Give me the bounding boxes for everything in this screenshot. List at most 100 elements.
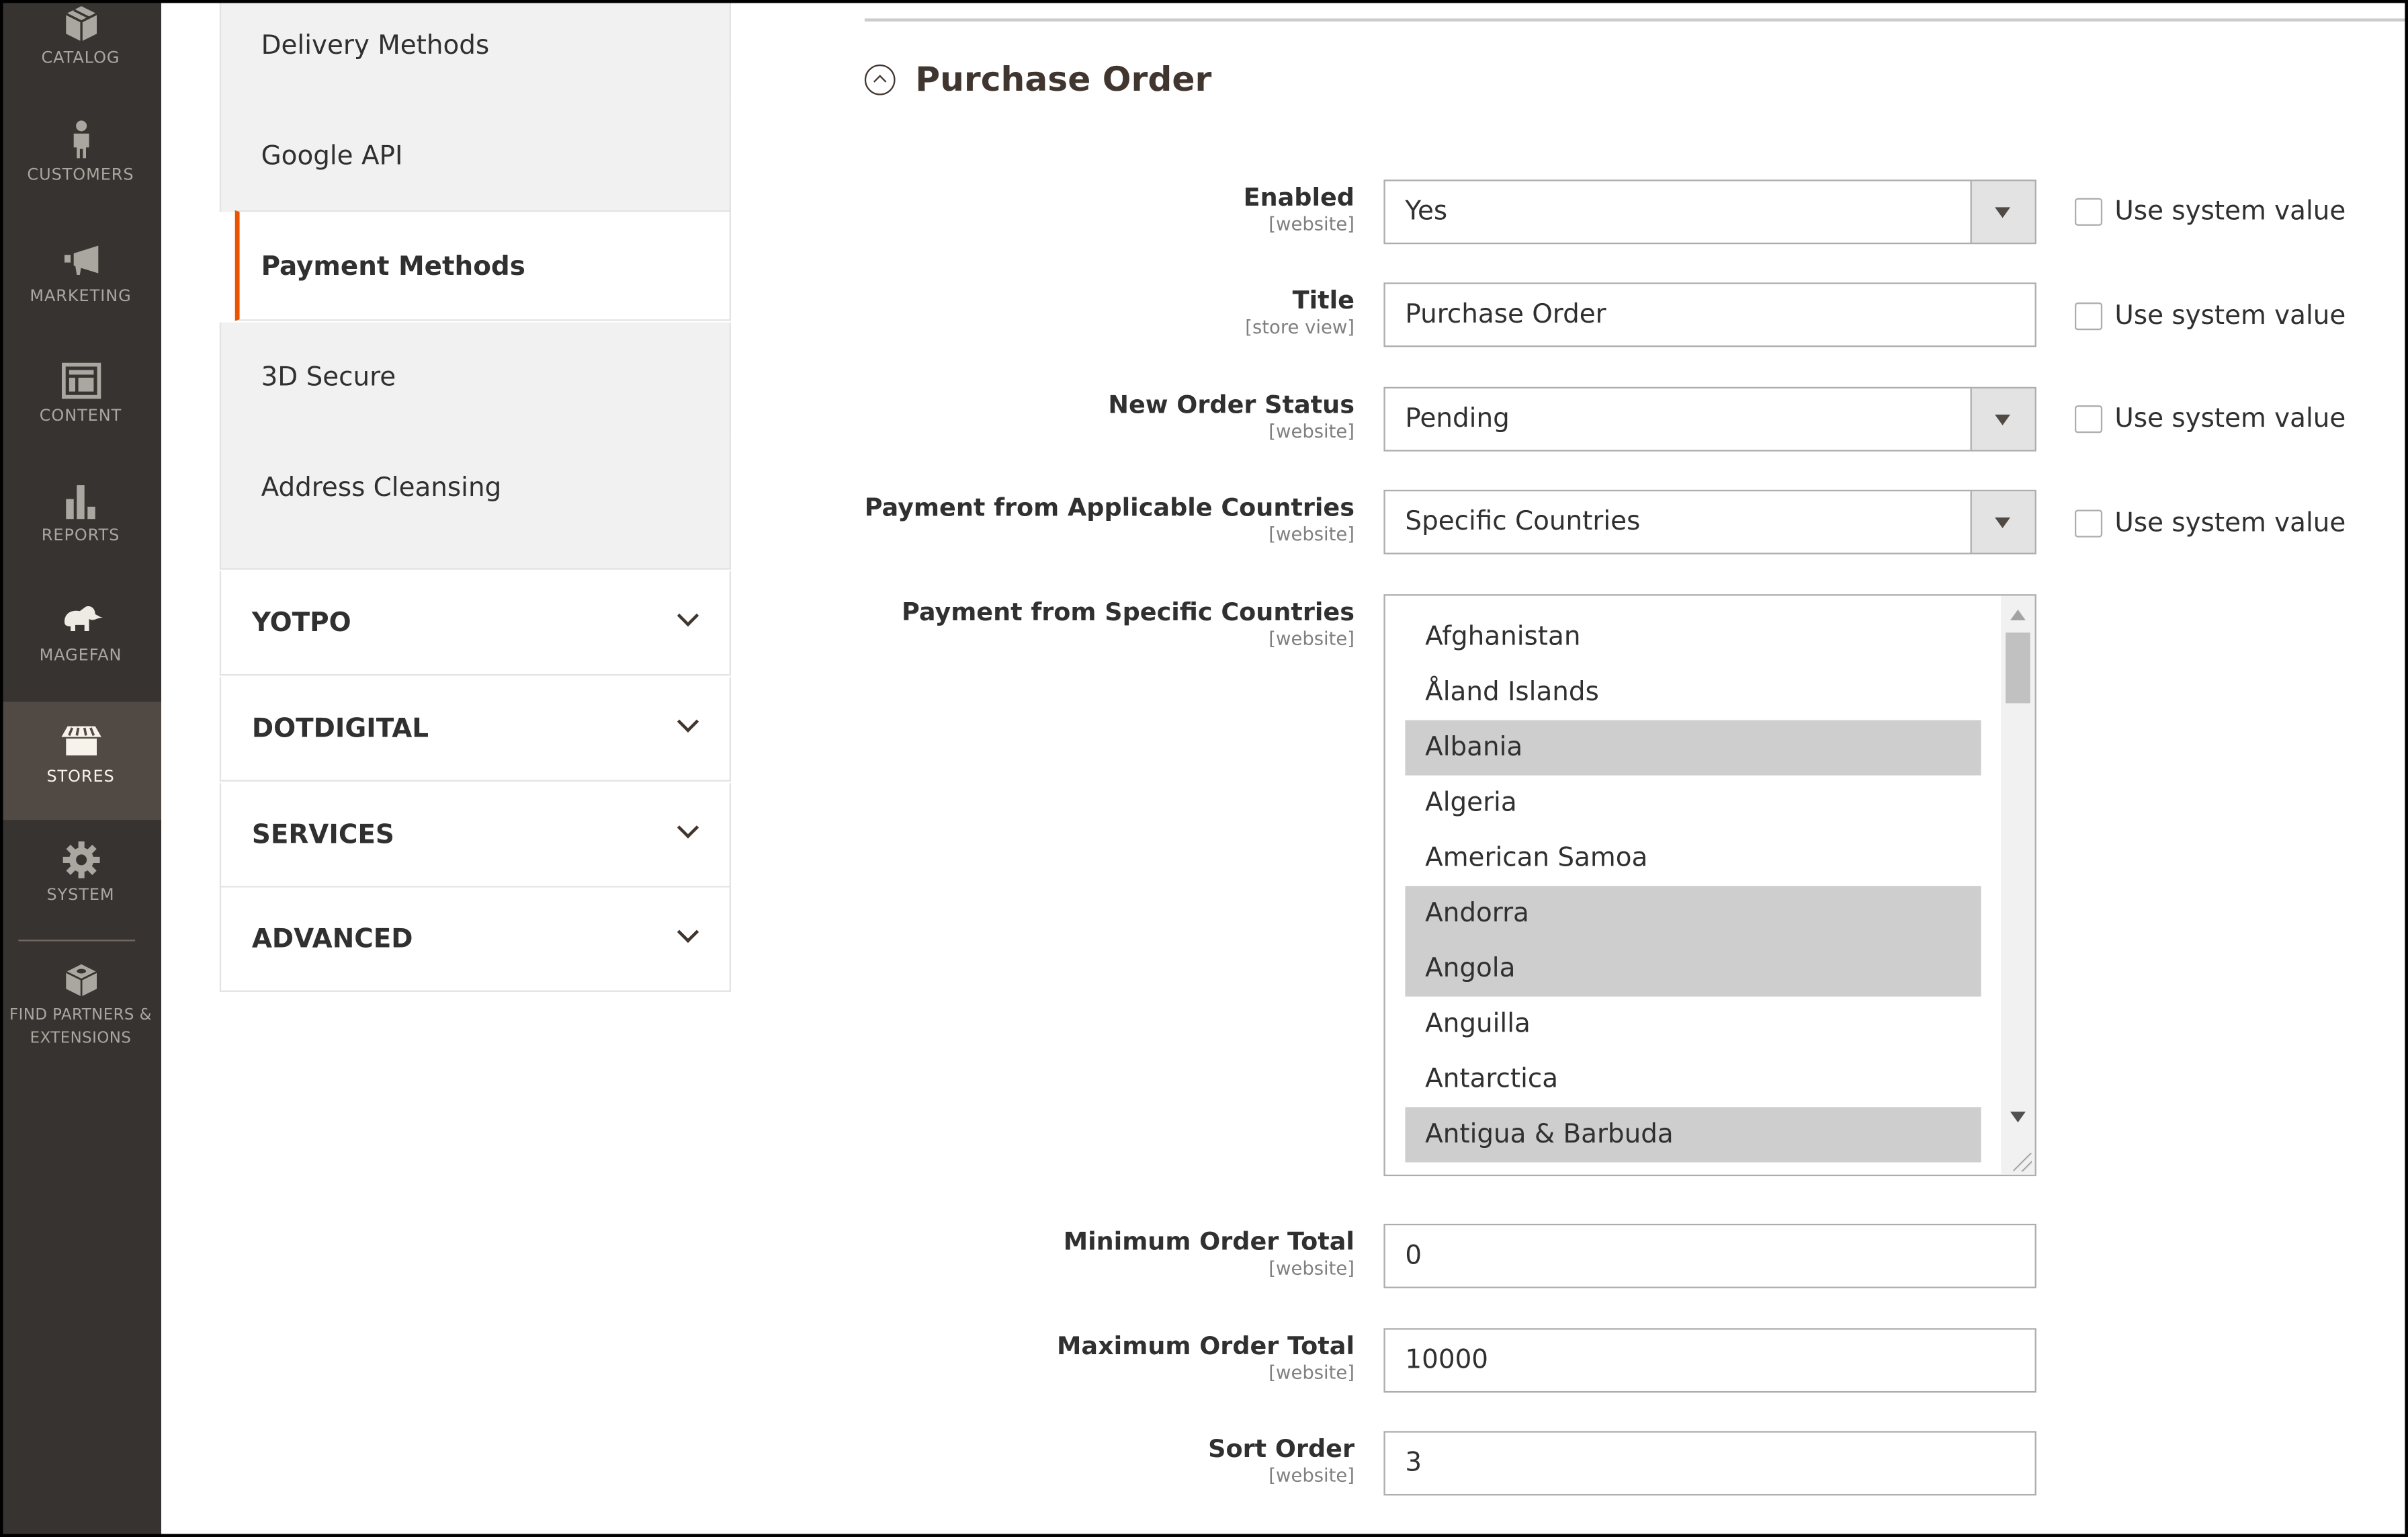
nav-label: System	[46, 886, 115, 905]
specific-countries-multiselect[interactable]: Afghanistan Åland Islands Albania Algeri…	[1383, 594, 2036, 1177]
nav-item-reports[interactable]: Reports	[0, 481, 161, 597]
select-value: Pending	[1405, 403, 1510, 435]
section-label: ADVANCED	[251, 924, 413, 956]
country-option[interactable]: Andorra	[1405, 886, 1981, 942]
resize-grip-icon[interactable]	[2013, 1153, 2032, 1172]
nav-item-catalog[interactable]: Catalog	[0, 3, 161, 120]
config-section-services[interactable]: SERVICES	[219, 783, 731, 888]
checkbox[interactable]	[2074, 198, 2103, 226]
dropdown-arrow-icon	[1970, 181, 2035, 243]
country-option[interactable]: Antarctica	[1405, 1052, 1981, 1107]
nav-label: Reports	[41, 526, 120, 546]
label-text: Title	[1292, 285, 1354, 315]
config-item-label: Address Cleansing	[261, 472, 502, 504]
field-label-specific-countries: Payment from Specific Countries [website…	[902, 597, 1354, 650]
scope-text: [website]	[1268, 1257, 1354, 1280]
nav-item-marketing[interactable]: Marketing	[0, 241, 161, 358]
box-icon	[64, 6, 97, 42]
country-option[interactable]: Antigua & Barbuda	[1405, 1107, 1981, 1163]
applicable-countries-select[interactable]: Specific Countries	[1383, 489, 2036, 554]
country-option[interactable]: Afghanistan	[1405, 610, 1981, 665]
checkbox[interactable]	[2074, 405, 2103, 433]
config-item-address-cleansing[interactable]: Address Cleansing	[219, 433, 731, 570]
nav-item-magefan[interactable]: Magefan	[0, 600, 161, 717]
input-value: 10000	[1405, 1345, 1489, 1376]
config-item-label: 3D Secure	[261, 362, 396, 393]
multiselect-scrollbar[interactable]	[2001, 595, 2035, 1175]
scrollbar-thumb[interactable]	[2006, 632, 2030, 704]
min-order-total-input[interactable]: 0	[1383, 1223, 2036, 1288]
field-label-sort-order: Sort Order [website]	[1208, 1434, 1354, 1487]
config-section-yotpo[interactable]: YOTPO	[219, 571, 731, 676]
chevron-down-icon	[677, 921, 699, 943]
config-item-3d-secure[interactable]: 3D Secure	[219, 322, 731, 433]
checkbox[interactable]	[2074, 302, 2103, 331]
select-value: Yes	[1405, 196, 1448, 228]
max-order-total-input[interactable]: 10000	[1383, 1328, 2036, 1393]
nav-label: Magefan	[39, 646, 122, 665]
admin-page: Catalog Customers Marketing Content Repo…	[0, 0, 2408, 1537]
country-option[interactable]: Åland Islands	[1405, 665, 1981, 720]
new-order-status-select[interactable]: Pending	[1383, 386, 2036, 452]
label-text: Payment from Applicable Countries	[864, 493, 1354, 522]
config-item-label: Delivery Methods	[261, 30, 490, 62]
nav-label: Marketing	[30, 287, 132, 306]
dropdown-arrow-icon	[1970, 388, 2035, 450]
config-section-dotdigital[interactable]: DOTDIGITAL	[219, 677, 731, 782]
config-item-delivery-methods[interactable]: Delivery Methods	[219, 0, 731, 101]
checkbox-label: Use system value	[2114, 508, 2346, 539]
config-section-advanced[interactable]: ADVANCED	[219, 887, 731, 992]
nav-label: Customers	[27, 165, 134, 185]
enabled-select[interactable]: Yes	[1383, 179, 2036, 245]
scope-text: [website]	[1268, 628, 1354, 650]
label-text: Enabled	[1243, 182, 1354, 212]
scope-text: [website]	[1268, 421, 1354, 442]
country-option[interactable]: Angola	[1405, 941, 1981, 997]
input-value: 3	[1405, 1448, 1422, 1479]
config-item-payment-methods[interactable]: Payment Methods	[234, 210, 731, 321]
section-label: YOTPO	[251, 608, 351, 639]
country-option[interactable]: Albania	[1405, 720, 1981, 776]
checkbox-label: Use system value	[2114, 196, 2346, 228]
nav-item-stores[interactable]: Stores	[0, 702, 161, 821]
checkbox-label: Use system value	[2114, 300, 2346, 332]
sort-order-input[interactable]: 3	[1383, 1431, 2036, 1496]
title-use-system-value[interactable]: Use system value	[2074, 300, 2346, 332]
field-label-applicable-countries: Payment from Applicable Countries [websi…	[865, 493, 1354, 545]
section-title: Purchase Order	[915, 60, 1212, 99]
store-icon	[60, 726, 101, 756]
chevron-down-icon	[677, 710, 699, 733]
elephant-icon	[63, 606, 102, 632]
checkbox[interactable]	[2074, 509, 2103, 538]
cube-icon	[64, 964, 97, 997]
input-value: Purchase Order	[1405, 299, 1606, 331]
scroll-up-arrow-icon[interactable]	[2010, 610, 2026, 621]
country-option[interactable]: American Samoa	[1405, 831, 1981, 886]
nav-item-find-partners[interactable]: Find Partners & Extensions	[0, 960, 161, 1067]
country-option[interactable]: Anguilla	[1405, 997, 1981, 1052]
select-value: Specific Countries	[1405, 506, 1641, 538]
scope-text: [website]	[1268, 1464, 1354, 1487]
config-item-label: Google API	[261, 141, 403, 172]
label-text: Payment from Specific Countries	[901, 597, 1354, 627]
nav-item-content[interactable]: Content	[0, 361, 161, 478]
new-order-status-use-system-value[interactable]: Use system value	[2074, 404, 2346, 435]
field-label-new-order-status: New Order Status [website]	[1108, 390, 1354, 442]
config-item-label: Payment Methods	[261, 251, 525, 283]
config-item-google-api[interactable]: Google API	[219, 101, 731, 212]
section-header-purchase-order[interactable]: Purchase Order	[864, 55, 1212, 104]
nav-label: Content	[39, 407, 122, 425]
scroll-down-arrow-icon[interactable]	[2010, 1112, 2026, 1123]
enabled-use-system-value[interactable]: Use system value	[2074, 196, 2346, 228]
collapse-circle-icon	[864, 64, 896, 95]
label-text: New Order Status	[1108, 390, 1354, 419]
gear-icon	[62, 841, 99, 878]
field-label-max-order-total: Maximum Order Total [website]	[1057, 1331, 1354, 1384]
title-input[interactable]: Purchase Order	[1383, 282, 2036, 347]
field-label-enabled: Enabled [website]	[1244, 183, 1354, 235]
country-option[interactable]: Algeria	[1405, 776, 1981, 831]
field-label-min-order-total: Minimum Order Total [website]	[1064, 1227, 1354, 1279]
admin-menu: Catalog Customers Marketing Content Repo…	[0, 0, 161, 1537]
nav-item-customers[interactable]: Customers	[0, 120, 161, 237]
applicable-countries-use-system-value[interactable]: Use system value	[2074, 508, 2346, 539]
